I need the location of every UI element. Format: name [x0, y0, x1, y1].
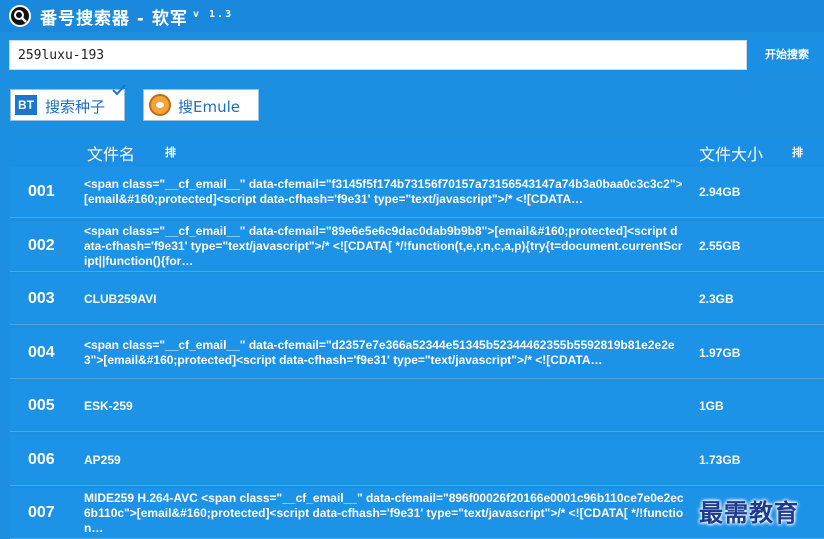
sort-filename-button[interactable]: 排 [165, 144, 176, 160]
table-row[interactable]: 004 <span class="__cf_email__" data-cfem… [10, 328, 824, 379]
window-title: 番号搜索器 - 软军 [40, 9, 188, 29]
file-name: MIDE259 H.264-AVC <span class="__cf_emai… [84, 490, 684, 535]
row-index: 001 [28, 183, 55, 200]
title-bar: 番号搜索器 - 软军 v 1.3 [0, 0, 824, 32]
file-name-cell: MIDE259 H.264-AVC <span class="__cf_emai… [84, 490, 684, 536]
row-index: 006 [28, 451, 55, 468]
row-index: 005 [28, 397, 55, 414]
file-name: ESK-259 [84, 398, 133, 413]
emule-icon [149, 94, 171, 116]
column-header-filesize[interactable]: 文件大小 [699, 141, 763, 165]
search-emule-label: 搜Emule [178, 98, 240, 116]
check-icon [112, 84, 126, 96]
file-size: 1GB [699, 399, 724, 413]
file-name: CLUB259AVI [84, 291, 157, 306]
bt-icon: BT [15, 95, 37, 115]
file-size: 1.97GB [699, 346, 741, 360]
table-row[interactable]: 003 CLUB259AVI 2.3GB [10, 274, 824, 325]
file-size: 2.55GB [699, 239, 741, 253]
row-index: 007 [28, 504, 55, 521]
row-index: 004 [28, 344, 55, 361]
start-search-button[interactable]: 开始搜索 [750, 40, 824, 70]
search-torrent-button[interactable]: BT 搜索种子 [10, 84, 126, 121]
file-name-cell: <span class="__cf_email__" data-cfemail=… [84, 330, 684, 376]
file-name-cell: <span class="__cf_email__" data-cfemail=… [84, 169, 684, 215]
version-label: v 1.3 [193, 9, 234, 20]
file-name-cell: <span class="__cf_email__" data-cfemail=… [84, 223, 684, 269]
search-emule-button[interactable]: 搜Emule [143, 89, 259, 121]
file-name-cell: CLUB259AVI [84, 276, 684, 322]
table-row[interactable]: 001 <span class="__cf_email__" data-cfem… [10, 167, 824, 218]
row-index: 002 [28, 237, 55, 254]
sort-filesize-button[interactable]: 排 [792, 144, 803, 160]
search-input[interactable] [9, 40, 747, 70]
table-row[interactable]: 005 ESK-259 1GB [10, 381, 824, 432]
file-name: <span class="__cf_email__" data-cfemail=… [84, 177, 683, 206]
search-icon [9, 5, 31, 27]
file-name: <span class="__cf_email__" data-cfemail=… [84, 223, 683, 268]
table-row[interactable]: 006 AP259 1.73GB [10, 435, 824, 486]
file-size: 1.73GB [699, 453, 741, 467]
column-header-filename[interactable]: 文件名 [87, 141, 135, 165]
file-size: 2.3GB [699, 292, 734, 306]
row-index: 003 [28, 290, 55, 307]
file-name: AP259 [84, 452, 121, 467]
file-name-cell: ESK-259 [84, 383, 684, 429]
search-torrent-label: 搜索种子 [45, 98, 106, 116]
app-window: 番号搜索器 - 软军 v 1.3 开始搜索 BT 搜索种子 搜Emule 文件名… [0, 0, 824, 539]
file-size: 2.94GB [699, 185, 741, 199]
file-name: <span class="__cf_email__" data-cfemail=… [84, 338, 675, 367]
file-name-cell: AP259 [84, 437, 684, 483]
watermark-logo: 最需教育 [699, 498, 799, 527]
table-row[interactable]: 002 <span class="__cf_email__" data-cfem… [10, 221, 824, 272]
table-header: 文件名 排 文件大小 排 [10, 138, 824, 167]
